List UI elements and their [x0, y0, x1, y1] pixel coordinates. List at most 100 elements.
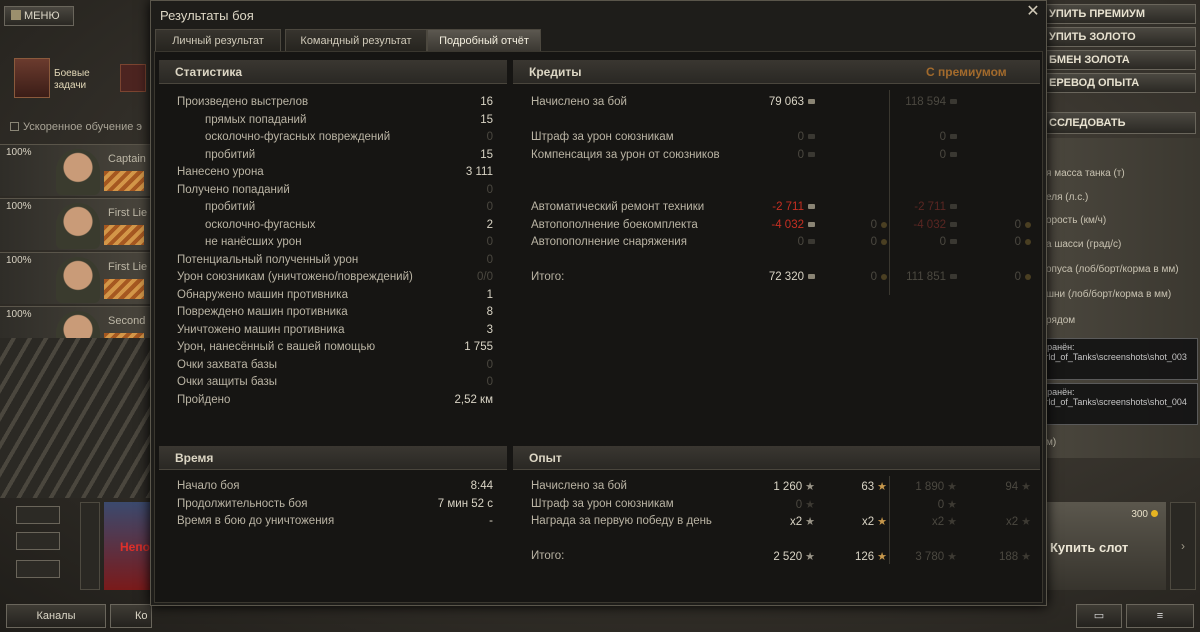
accelerated-training[interactable]: Ускоренное обучение э	[10, 121, 142, 133]
stat-label: Повреждено машин противника	[177, 306, 348, 318]
stat-row: Урон, нанесённый с вашей помощью 1 755	[177, 341, 493, 357]
credits-row: Автопополнение снаряжения 0 0 0 0	[531, 236, 1031, 252]
credits-icon	[808, 274, 815, 279]
buy-slot[interactable]: 300 Купить слот	[1040, 502, 1166, 590]
time-row: Начало боя 8:44	[177, 480, 493, 496]
stat-value: 2,52 км	[454, 393, 493, 406]
premium-xp-value: x2 ★	[932, 515, 957, 528]
premium-button[interactable]: УПИТЬ ЗОЛОТО	[1046, 27, 1196, 47]
star-icon: ★	[1021, 481, 1031, 493]
premium-credits-number: 0	[939, 236, 946, 248]
crew-member[interactable]: 100% Captain	[0, 144, 152, 196]
premium-xp-value: 3 780 ★	[915, 550, 957, 563]
filter-select[interactable]	[16, 532, 60, 550]
menu-list-button[interactable]: ≡	[1126, 604, 1194, 628]
menu-button[interactable]: МЕНЮ	[4, 6, 74, 26]
spec-label: шни (лоб/борт/корма в мм)	[1046, 289, 1172, 300]
stat-row: Получено попаданий 0	[177, 184, 493, 200]
crew-member[interactable]: 100% First Lie	[0, 252, 152, 304]
stat-row: Обнаружено машин противника 1	[177, 289, 493, 305]
premium-credits-value: 0	[940, 149, 957, 161]
carousel-right-arrow[interactable]: ›	[1170, 502, 1196, 590]
xp-value: 2 520 ★	[773, 550, 815, 563]
credits-icon	[808, 221, 815, 227]
ammo-select[interactable]	[16, 560, 60, 578]
tab-0[interactable]: Личный результат	[155, 29, 281, 51]
stat-label: Пройдено	[177, 393, 231, 406]
stat-label: Обнаружено машин противника	[177, 288, 348, 301]
server-select[interactable]	[16, 506, 60, 524]
time-label: Начало боя	[177, 480, 240, 492]
stat-label: Потенциальный полученный урон	[177, 253, 359, 266]
gold-icon	[1025, 239, 1031, 245]
vehicle-card[interactable]: Непо	[104, 502, 152, 590]
crew-percent: 100%	[6, 255, 32, 266]
premium-button[interactable]: БМЕН ЗОЛОТА	[1046, 50, 1196, 70]
credits-icon	[950, 134, 957, 139]
time-label: Продолжительность боя	[177, 497, 308, 510]
stat-row: осколочно-фугасных 2	[177, 219, 493, 235]
star-icon: ★	[805, 481, 815, 493]
xp-number: 2 520	[773, 551, 803, 563]
credits-row: Штраф за урон союзникам 0 0	[531, 131, 1031, 147]
checkbox-icon[interactable]	[10, 122, 19, 131]
star-icon: ★	[805, 551, 815, 563]
free-xp-value: 63 ★	[861, 480, 887, 493]
premium-button[interactable]: УПИТЬ ПРЕМИУМ	[1046, 4, 1196, 24]
crew-percent: 100%	[6, 147, 32, 158]
premium-button[interactable]: ЕРЕВОД ОПЫТА	[1046, 73, 1196, 93]
credits-label: Компенсация за урон от союзников	[531, 148, 720, 161]
personal-file-icon[interactable]	[120, 64, 146, 92]
stat-row: осколочно-фугасных повреждений 0	[177, 131, 493, 147]
credits-icon	[950, 239, 957, 244]
experience-row: Итого: 2 520 ★ 126 ★ 3 780 ★ 188 ★	[531, 550, 1031, 566]
carousel-left-arrow[interactable]	[80, 502, 100, 590]
stat-label: Уничтожено машин противника	[177, 323, 345, 336]
gold-value: 0	[871, 271, 887, 283]
close-icon[interactable]: ✕	[1025, 3, 1041, 21]
contacts-button[interactable]: Ко	[110, 604, 152, 628]
quests-widget[interactable]: Боевые задачи	[8, 56, 148, 100]
stat-row: Уничтожено машин противника 3	[177, 324, 493, 340]
stat-row: Потенциальный полученный урон 0	[177, 254, 493, 270]
gold-icon	[881, 274, 887, 280]
research-button[interactable]: ССЛЕДОВАТЬ	[1046, 112, 1196, 134]
stat-row: Пройдено 2,52 км	[177, 394, 493, 410]
stat-value: 15	[480, 113, 493, 126]
stat-value: 0	[486, 183, 493, 196]
experience-row: Начислено за бой 1 260 ★ 63 ★ 1 890 ★ 94 ★	[531, 480, 1031, 496]
hangar-gate	[0, 338, 152, 498]
credits-icon	[950, 274, 957, 279]
premium-credits-value: 118 594	[905, 96, 957, 108]
spec-label: опуса (лоб/борт/корма в мм)	[1046, 264, 1179, 275]
credits-value: 0	[798, 236, 815, 248]
star-icon: ★	[805, 498, 815, 511]
tab-1[interactable]: Командный результат	[285, 29, 427, 51]
stat-value: 3	[486, 323, 493, 336]
credits-row: Итого: 72 320 0 111 851 0	[531, 271, 1031, 287]
tab-2[interactable]: Подробный отчёт	[427, 29, 541, 51]
experience-header: Опыт	[513, 446, 1040, 470]
buy-slot-label: Купить слот	[1050, 540, 1129, 555]
crew-name: First Lie	[108, 261, 148, 273]
time-value: 7 мин 52 с	[437, 497, 493, 510]
xp-number: 1 260	[773, 481, 803, 493]
report-body: Статистика Кредиты С премиумом Время Опыт…	[154, 51, 1043, 603]
credits-label: Автопополнение боекомплекта	[531, 218, 698, 231]
star-icon: ★	[947, 551, 957, 563]
free-xp-value: 126 ★	[855, 550, 887, 563]
menu-icon	[11, 10, 21, 20]
star-icon: ★	[1021, 551, 1031, 563]
stat-row: не нанёсших урон 0	[177, 236, 493, 252]
credits-icon	[950, 151, 957, 157]
credits-row: Начислено за бой 79 063 118 594	[531, 96, 1031, 112]
crew-member[interactable]: 100% First Lie	[0, 198, 152, 250]
crew-name: Second	[108, 315, 146, 327]
chat-button[interactable]: ▭	[1076, 604, 1122, 628]
time-row: Время в бою до уничтожения -	[177, 515, 493, 531]
channels-button[interactable]: Каналы	[6, 604, 106, 628]
gold-number: 0	[870, 218, 877, 231]
stat-row: Урон союзникам (уничтожено/повреждений) 0…	[177, 271, 493, 287]
crew-percent: 100%	[6, 201, 32, 212]
premium-divider	[889, 476, 890, 564]
